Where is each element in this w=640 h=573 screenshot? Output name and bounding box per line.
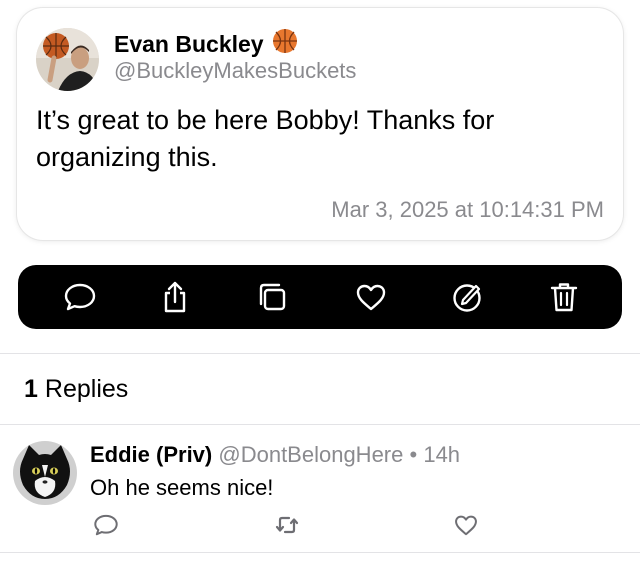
edit-button[interactable] xyxy=(447,277,487,317)
author-handle[interactable]: @BuckleyMakesBuckets xyxy=(114,58,356,84)
post-action-bar xyxy=(18,265,622,329)
like-button[interactable] xyxy=(351,277,391,317)
delete-button[interactable] xyxy=(544,277,584,317)
author-name[interactable]: Evan Buckley xyxy=(114,28,298,60)
divider xyxy=(0,353,640,354)
like-heart-icon xyxy=(455,515,477,536)
reply-bubble-icon xyxy=(94,514,118,536)
reply-meta: Eddie (Priv) @DontBelongHere • 14h xyxy=(90,442,460,468)
repost-icon xyxy=(275,516,299,534)
reply-time: 14h xyxy=(423,442,461,467)
reply-text: Oh he seems nice! xyxy=(90,475,274,500)
edit-icon xyxy=(453,284,481,312)
delete-trash-icon xyxy=(550,283,578,312)
like-heart-icon xyxy=(356,284,386,311)
divider xyxy=(0,424,640,425)
divider xyxy=(0,552,640,553)
reply-like-button[interactable] xyxy=(452,511,480,539)
post-timestamp: Mar 3, 2025 at 10:14:31 PM xyxy=(331,197,604,222)
author-name-text: Evan Buckley xyxy=(114,30,264,57)
share-button[interactable] xyxy=(155,277,195,317)
copy-icon xyxy=(259,283,286,311)
replies-label: Replies xyxy=(44,375,129,403)
reply-bubble-icon xyxy=(64,283,96,311)
replies-header: 1 Replies xyxy=(24,375,128,404)
basketball-icon xyxy=(272,28,298,60)
share-icon xyxy=(164,281,186,313)
reply-button[interactable] xyxy=(60,277,100,317)
reply-author-handle[interactable]: @DontBelongHere xyxy=(218,442,403,467)
reply-avatar[interactable] xyxy=(13,441,77,505)
reply-author-name[interactable]: Eddie (Priv) xyxy=(90,442,212,467)
repost-button[interactable] xyxy=(273,511,301,539)
reply-reply-button[interactable] xyxy=(92,511,120,539)
post-text: It’s great to be here Bobby! Thanks for … xyxy=(36,105,495,172)
post-card: Evan Buckley @BuckleyMakesBuckets It’s g… xyxy=(17,8,623,240)
author-avatar[interactable] xyxy=(36,28,99,91)
copy-button[interactable] xyxy=(252,277,292,317)
reply-separator: • xyxy=(409,442,418,467)
replies-count: 1 xyxy=(24,375,38,403)
